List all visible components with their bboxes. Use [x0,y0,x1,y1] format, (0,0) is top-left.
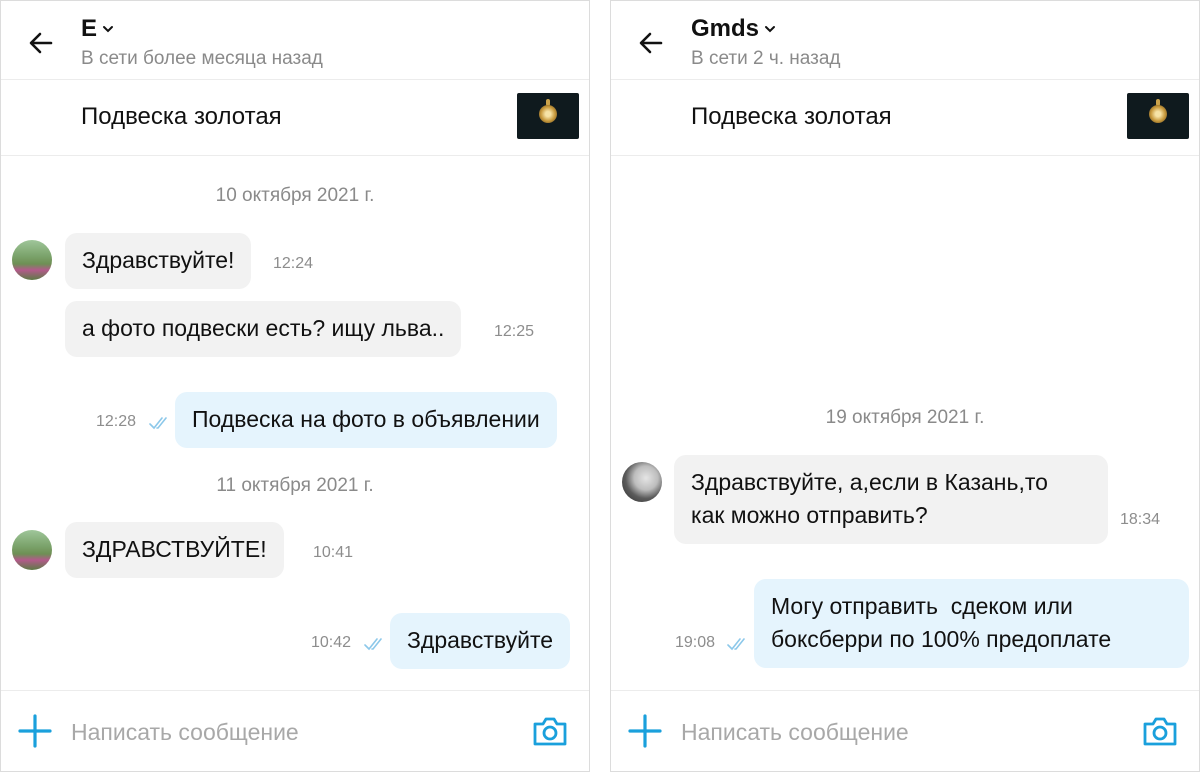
double-check-icon [727,638,745,651]
message-bubble-incoming: ЗДРАВСТВУЙТЕ! [65,522,284,578]
message-bubble-outgoing: Здравствуйте [390,613,571,669]
message-bubble-incoming: Здравствуйте, а,если в Казань,то как мож… [674,455,1108,544]
message-composer [1,690,589,771]
camera-icon[interactable] [1141,712,1179,750]
double-check-icon [364,638,382,651]
listing-title: Подвеска золотая [691,103,892,130]
message-composer [611,690,1199,771]
listing-title: Подвеска золотая [81,103,282,130]
message-input[interactable] [69,711,513,753]
message-time: 10:41 [313,544,354,561]
message-line: Могу отправить сдеком или [771,593,1073,619]
message-bubble-incoming: Здравствуйте! [65,233,252,289]
listing-bar[interactable]: Подвеска золотая [1,79,589,156]
date-separator: 19 октября 2021 г. [825,407,985,428]
message-bubble-outgoing: Подвеска на фото в объявлении [175,392,557,448]
message-time: 10:42 [311,634,352,651]
double-check-icon [149,417,167,430]
chat-panel-left: E В сети более месяца назад Подвеска зол… [0,0,590,772]
message-time: 12:28 [96,413,137,430]
chevron-down-icon [103,26,114,33]
message-time: 18:34 [1120,511,1161,528]
avatar[interactable] [12,530,52,570]
listing-thumbnail[interactable] [517,93,579,139]
chat-header: Gmds В сети 2 ч. назад [611,1,1199,80]
listing-bar[interactable]: Подвеска золотая [611,79,1199,156]
message-bubble-incoming: а фото подвески есть? ищу льва.. [65,301,462,357]
message-line: Здравствуйте, а,если в Казань,то [691,469,1048,495]
chat-header: E В сети более месяца назад [1,1,589,80]
message-line: как можно отправить? [691,502,928,528]
avatar[interactable] [12,240,52,280]
chevron-down-icon [765,26,776,33]
message-input[interactable] [679,711,1123,753]
contact-name: Gmds [691,15,760,42]
message-line: боксберри по 100% предоплате [771,626,1112,652]
arrow-left-icon[interactable] [27,29,55,57]
arrow-left-icon[interactable] [637,29,665,57]
message-time: 12:24 [273,255,314,272]
contact-status: В сети более месяца назад [81,48,323,69]
chat-panel-right: Gmds В сети 2 ч. назад Подвеска золотая … [610,0,1200,772]
contact-name-dropdown[interactable]: Gmds [691,15,777,43]
plus-icon[interactable] [627,713,663,749]
listing-thumbnail[interactable] [1127,93,1189,139]
date-separator: 10 октября 2021 г. [215,185,375,206]
date-separator: 11 октября 2021 г. [216,475,374,496]
contact-name: E [81,15,98,42]
message-bubble-outgoing: Могу отправить сдеком или боксберри по 1… [754,579,1189,668]
plus-icon[interactable] [17,713,53,749]
message-time: 12:25 [494,323,535,340]
contact-name-dropdown[interactable]: E [81,15,115,43]
message-time: 19:08 [675,634,716,651]
camera-icon[interactable] [531,712,569,750]
avatar[interactable] [622,462,662,502]
contact-status: В сети 2 ч. назад [691,48,841,69]
